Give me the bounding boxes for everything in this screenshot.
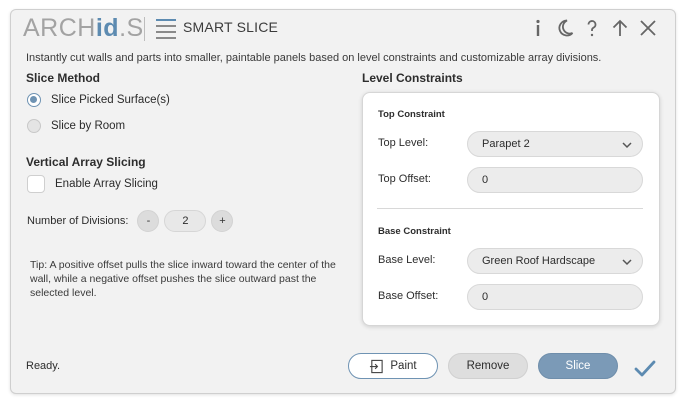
base-level-select[interactable]: Green Roof Hardscape [467,248,643,274]
radio-label: Slice by Room [51,120,126,132]
paint-icon [370,359,384,373]
top-level-value: Parapet 2 [482,138,530,150]
logo-prefix: ARCH [23,14,96,42]
status-text: Ready. [26,360,61,372]
subtitle: Instantly cut walls and parts into small… [26,52,602,64]
level-constraints-panel: Top Constraint Top Level: Parapet 2 Top … [362,92,660,326]
moon-icon[interactable] [554,17,576,39]
vertical-array-heading: Vertical Array Slicing [26,155,146,169]
base-level-value: Green Roof Hardscape [482,255,596,267]
base-offset-value: 0 [482,291,489,303]
title-separator [144,17,145,41]
close-icon[interactable] [637,17,659,39]
checkbox-box[interactable] [27,175,45,193]
info-icon[interactable] [527,17,549,39]
chevron-down-icon [622,142,632,149]
radio-indicator-selected[interactable] [27,93,41,107]
divisions-input[interactable]: 2 [164,210,207,232]
radio-indicator[interactable] [27,119,41,133]
paint-label: Paint [390,360,417,372]
menu-icon[interactable] [154,16,178,40]
base-offset-label: Base Offset: [378,290,439,302]
logo-suffix: S [126,14,144,42]
tip-text: Tip: A positive offset pulls the slice i… [30,259,336,299]
top-offset-label: Top Offset: [378,173,431,185]
app-title: SMART SLICE [183,19,279,35]
decrement-button[interactable]: - [137,210,160,232]
divisions-label: Number of Divisions: [27,215,129,227]
radio-slice-by-room[interactable]: Slice by Room [27,116,125,136]
enable-array-slicing-checkbox[interactable]: Enable Array Slicing [27,173,158,195]
paint-button[interactable]: Paint [348,353,438,379]
slice-method-heading: Slice Method [26,71,101,85]
divisions-row: Number of Divisions: - 2 + [27,209,234,233]
base-constraint-heading: Base Constraint [378,226,451,237]
top-offset-input[interactable]: 0 [467,167,643,193]
help-icon[interactable] [581,17,603,39]
chevron-down-icon [622,259,632,266]
remove-button[interactable]: Remove [448,353,528,379]
top-constraint-heading: Top Constraint [378,109,445,120]
smart-slice-window: ARCHid.S SMART SLICE Instantly cut walls… [10,9,676,394]
constraint-divider [377,208,643,209]
base-level-label: Base Level: [378,254,436,266]
base-offset-input[interactable]: 0 [467,284,643,310]
checkmark-icon[interactable] [633,356,657,380]
logo-mid: id [95,14,120,42]
level-constraints-heading: Level Constraints [362,71,463,85]
logo-dot: . [119,14,127,42]
top-level-label: Top Level: [378,137,429,149]
archids-logo: ARCHid.S [23,14,144,42]
top-level-select[interactable]: Parapet 2 [467,131,643,157]
checkbox-label: Enable Array Slicing [55,178,158,190]
radio-label: Slice Picked Surface(s) [51,94,170,106]
increment-button[interactable]: + [211,210,234,232]
arrow-up-icon[interactable] [609,17,631,39]
top-offset-value: 0 [482,174,489,186]
radio-slice-picked-surfaces[interactable]: Slice Picked Surface(s) [27,90,170,110]
slice-button[interactable]: Slice [538,353,618,379]
